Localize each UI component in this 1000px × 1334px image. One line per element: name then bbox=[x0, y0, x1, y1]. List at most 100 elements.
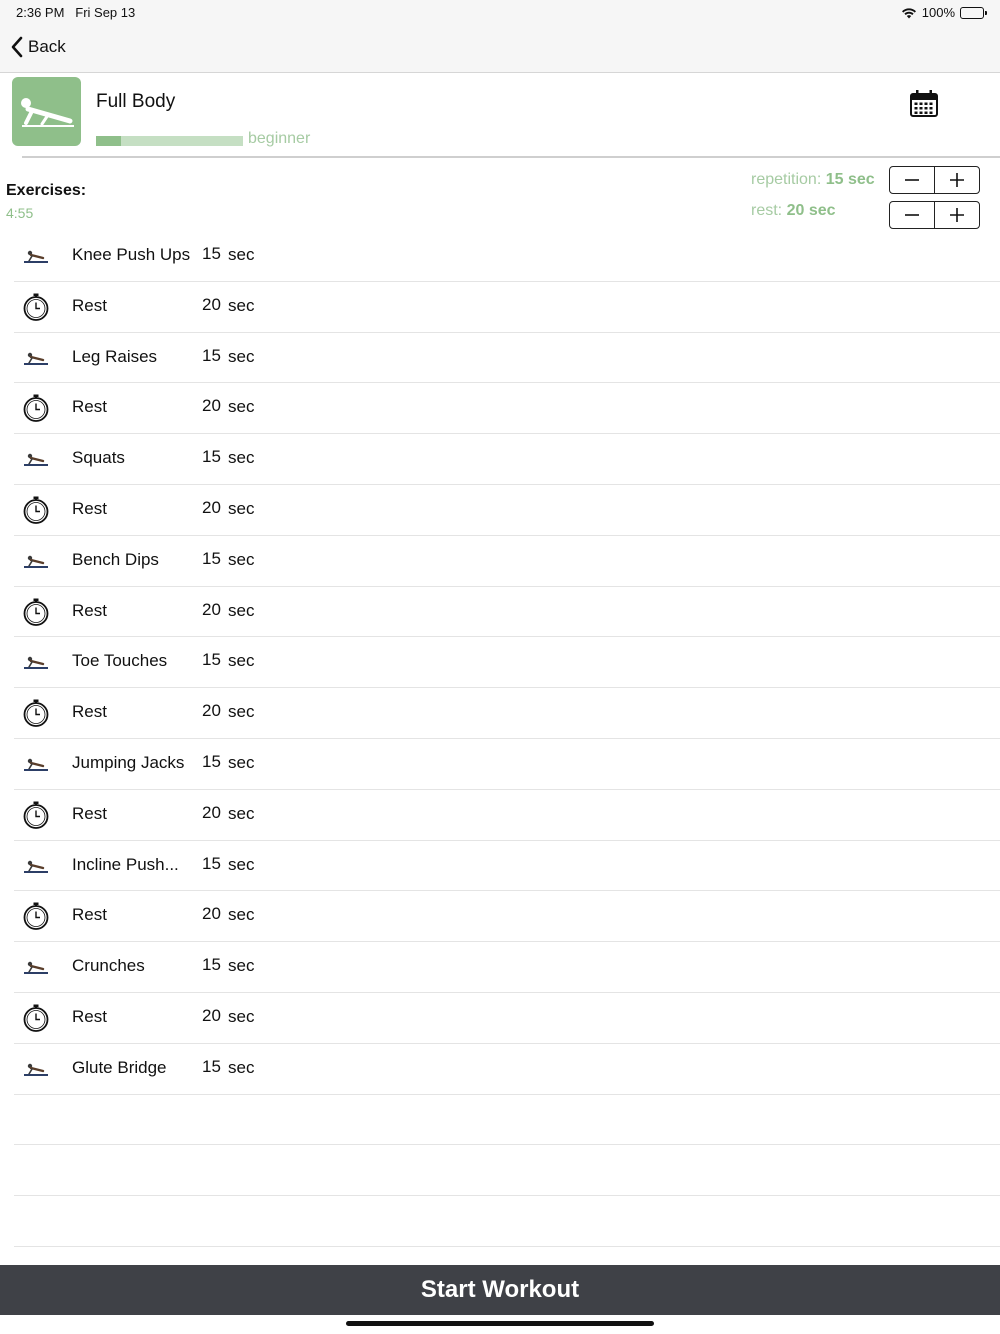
exercise-duration: 15 bbox=[202, 955, 221, 975]
rest-setting: rest: 20 sec bbox=[751, 202, 836, 220]
exercise-duration: 15 bbox=[202, 1056, 221, 1076]
level-label: beginner bbox=[248, 130, 311, 147]
exercise-name: Rest bbox=[72, 702, 107, 722]
calendar-icon bbox=[910, 90, 938, 117]
exercise-name: Crunches bbox=[72, 956, 145, 976]
back-label: Back bbox=[28, 37, 66, 56]
exercise-duration: 15 bbox=[202, 244, 221, 263]
exercise-row[interactable]: Squats 15 sec bbox=[14, 434, 1000, 485]
exercise-figure-icon bbox=[20, 647, 52, 677]
header-divider bbox=[22, 156, 1000, 158]
level-progress-fill bbox=[96, 136, 121, 146]
total-time: 4:55 bbox=[6, 205, 34, 221]
workout-title: Full Body bbox=[96, 91, 176, 112]
exercise-name: Rest bbox=[72, 905, 107, 925]
repetition-label: repetition: bbox=[751, 171, 822, 188]
exercise-name: Bench Dips bbox=[72, 549, 159, 569]
status-right: 100% bbox=[901, 5, 987, 20]
exercise-figure-icon bbox=[20, 1054, 52, 1084]
repetition-decrease-button[interactable] bbox=[890, 167, 934, 193]
exercise-duration-unit: sec bbox=[228, 346, 255, 366]
rest-label: rest: bbox=[751, 202, 783, 219]
repetition-value: 15 bbox=[825, 171, 844, 188]
exercise-name: Leg Raises bbox=[72, 346, 158, 366]
rest-row[interactable]: Rest 20 sec bbox=[14, 891, 1000, 943]
exercise-duration-unit: sec bbox=[228, 651, 255, 671]
rest-row[interactable]: Rest 20 sec bbox=[14, 993, 1000, 1044]
exercise-duration-unit: sec bbox=[228, 752, 255, 772]
exercise-row[interactable]: Bench Dips 15 sec bbox=[14, 536, 1000, 587]
stopwatch-icon bbox=[20, 292, 52, 322]
battery-percent: 100% bbox=[921, 5, 955, 20]
stopwatch-icon bbox=[20, 901, 52, 931]
plus-icon bbox=[950, 173, 964, 187]
exercise-duration-unit: sec bbox=[228, 1057, 255, 1077]
exercise-duration: 15 bbox=[202, 650, 221, 670]
repetition-stepper[interactable] bbox=[889, 166, 980, 194]
workout-thumbnail bbox=[12, 77, 81, 146]
rest-row[interactable]: Rest 20 sec bbox=[14, 282, 1000, 333]
exercise-figure-icon bbox=[20, 851, 52, 881]
stopwatch-icon bbox=[20, 393, 52, 423]
rest-value: 20 sec bbox=[786, 202, 836, 219]
exercise-row[interactable]: Jumping Jacks 15 sec bbox=[14, 739, 1000, 790]
empty-row bbox=[14, 1095, 1000, 1146]
exercise-name: Rest bbox=[72, 803, 107, 823]
exercise-figure-icon bbox=[20, 343, 52, 373]
exercise-figure-icon bbox=[20, 444, 52, 474]
exercise-duration-unit: sec bbox=[228, 905, 255, 925]
exercise-duration-unit: sec bbox=[228, 1006, 255, 1026]
status-date: Fri Sep 13 bbox=[75, 5, 136, 20]
calendar-button[interactable] bbox=[908, 89, 940, 119]
stopwatch-icon bbox=[20, 1003, 52, 1033]
exercise-row[interactable]: Knee Push Ups 15 sec bbox=[14, 231, 1000, 282]
exercise-duration-unit: sec bbox=[228, 295, 255, 315]
exercise-duration: 15 bbox=[202, 447, 221, 467]
rest-increase-button[interactable] bbox=[934, 202, 979, 228]
exercise-duration-unit: sec bbox=[228, 549, 255, 569]
rest-row[interactable]: Rest 20 sec bbox=[14, 688, 1000, 739]
exercise-name: Jumping Jacks bbox=[72, 752, 185, 772]
exercise-name: Toe Touches bbox=[72, 651, 168, 671]
exercise-row[interactable]: Glute Bridge 15 sec bbox=[14, 1044, 1000, 1095]
rest-decrease-button[interactable] bbox=[890, 202, 934, 228]
rest-row[interactable]: Rest 20 sec bbox=[14, 790, 1000, 841]
rest-row[interactable]: Rest 20 sec bbox=[14, 383, 1000, 435]
exercise-duration: 20 bbox=[202, 701, 221, 721]
exercise-duration-unit: sec bbox=[228, 245, 255, 264]
start-workout-button[interactable]: Start Workout bbox=[0, 1265, 1000, 1315]
rest-row[interactable]: Rest 20 sec bbox=[14, 587, 1000, 638]
exercise-name: Rest bbox=[72, 295, 107, 315]
exercise-name: Glute Bridge bbox=[72, 1057, 167, 1077]
exercise-duration-unit: sec bbox=[228, 498, 255, 518]
exercise-duration: 20 bbox=[202, 294, 221, 314]
stopwatch-icon bbox=[20, 597, 52, 627]
stopwatch-icon bbox=[20, 800, 52, 830]
plank-figure-icon bbox=[21, 98, 74, 127]
home-indicator bbox=[346, 1321, 654, 1326]
repetition-increase-button[interactable] bbox=[934, 167, 979, 193]
exercise-figure-icon bbox=[20, 952, 52, 982]
exercise-name: Incline Push... bbox=[72, 854, 179, 874]
exercise-row[interactable]: Incline Push... 15 sec bbox=[14, 841, 1000, 892]
workout-header: Full Body beginner bbox=[0, 73, 1000, 159]
exercise-row[interactable]: Leg Raises 15 sec bbox=[14, 333, 1000, 384]
exercise-duration: 20 bbox=[202, 904, 221, 924]
exercise-duration: 15 bbox=[202, 548, 221, 568]
chevron-left-icon bbox=[11, 36, 23, 58]
exercise-row[interactable]: Toe Touches 15 sec bbox=[14, 637, 1000, 689]
status-time-date: 2:36 PM Fri Sep 13 bbox=[16, 5, 135, 20]
minus-icon bbox=[905, 179, 919, 181]
empty-row bbox=[14, 1196, 1000, 1247]
exercise-duration-unit: sec bbox=[228, 803, 255, 823]
exercise-duration-unit: sec bbox=[228, 600, 255, 620]
rest-stepper[interactable] bbox=[889, 201, 980, 229]
empty-row bbox=[14, 1145, 1000, 1197]
back-button[interactable]: Back bbox=[10, 36, 66, 58]
exercise-figure-icon bbox=[20, 241, 52, 271]
exercise-row[interactable]: Crunches 15 sec bbox=[14, 942, 1000, 993]
rest-row[interactable]: Rest 20 sec bbox=[14, 485, 1000, 536]
status-time: 2:36 PM bbox=[16, 5, 65, 20]
stopwatch-icon bbox=[20, 698, 52, 728]
exercise-duration: 20 bbox=[202, 396, 221, 416]
